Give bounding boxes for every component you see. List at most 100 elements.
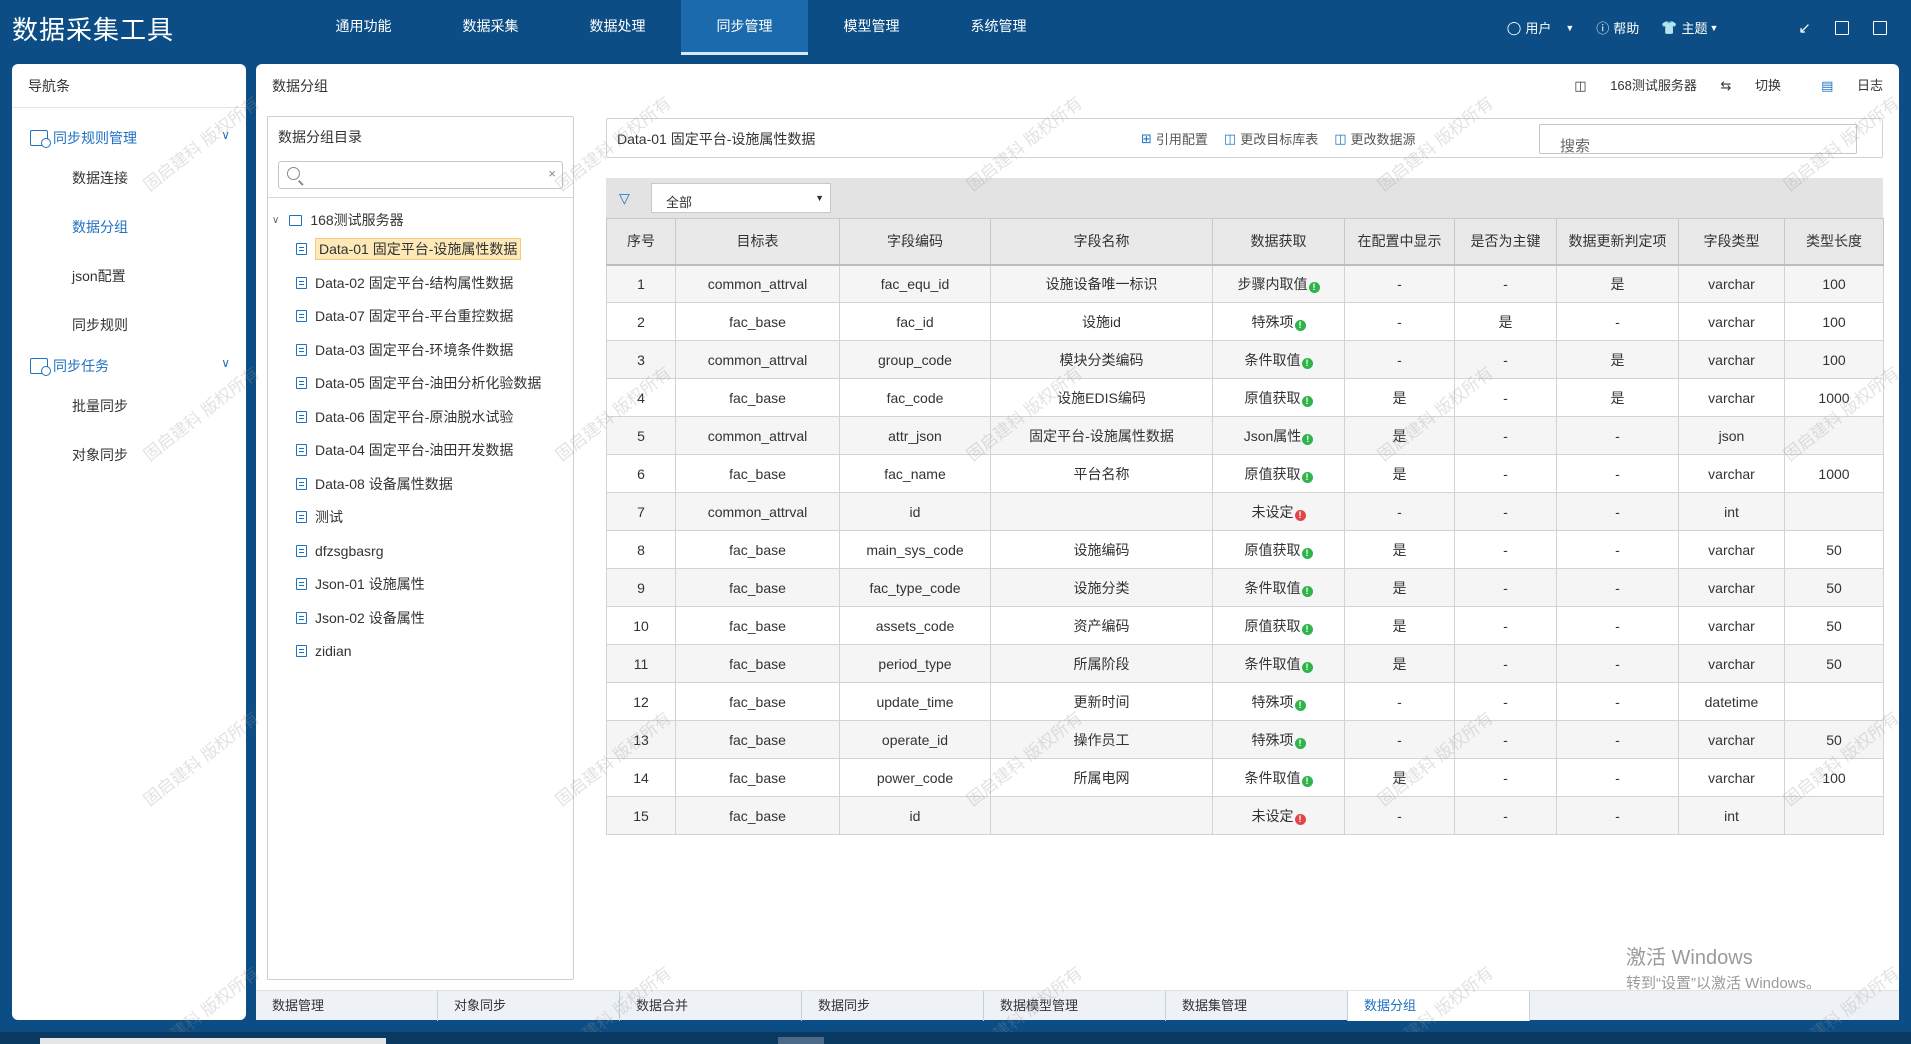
- change-target-table-button[interactable]: ◫ 更改目标库表: [1224, 129, 1318, 148]
- table-row[interactable]: 6 fac_base fac_name 平台名称 原值获取! 是 - - varchar 1000: [606, 454, 1884, 493]
- sidebar-item-connection[interactable]: 数据连接: [12, 154, 246, 203]
- filter-select[interactable]: 全部 ▼: [651, 183, 831, 213]
- table-row[interactable]: 2 fac_base fac_id 设施id 特殊项! - 是 - varchar 100: [606, 302, 1884, 341]
- tab-object-sync[interactable]: 对象同步: [438, 991, 620, 1021]
- tree-node[interactable]: Data-04 固定平台-油田开发数据: [268, 439, 573, 461]
- clear-icon[interactable]: ×: [548, 166, 556, 181]
- user-menu[interactable]: ◯ 用户 ▼: [1507, 18, 1575, 37]
- tree-node[interactable]: Data-07 固定平台-平台重控数据: [268, 305, 573, 327]
- sidebar-item-grouping[interactable]: 数据分组: [12, 203, 246, 252]
- tab-model-management[interactable]: 数据模型管理: [984, 991, 1166, 1021]
- tab-data-grouping[interactable]: 数据分组: [1348, 991, 1530, 1021]
- table-row[interactable]: 9 fac_base fac_type_code 设施分类 条件取值! 是 - - varcha…: [606, 568, 1884, 607]
- status-ok-icon[interactable]: !: [1294, 319, 1306, 331]
- filter-icon[interactable]: ▽: [619, 190, 630, 207]
- sidebar-group-label: 同步规则管理: [53, 130, 137, 146]
- help-button[interactable]: ⓘ 帮助: [1596, 18, 1639, 37]
- status-ok-icon[interactable]: !: [1294, 699, 1306, 711]
- tree-search-input[interactable]: ×: [278, 161, 563, 189]
- sidebar-group-sync-rules[interactable]: 同步规则管理 ∨: [12, 126, 246, 150]
- table-row[interactable]: 12 fac_base update_time 更新时间 特殊项! - - - datetime: [606, 682, 1884, 721]
- tree-node[interactable]: Json-02 设备属性: [268, 607, 573, 629]
- table-row[interactable]: 3 common_attrval group_code 模块分类编码 条件取值! - - 是 v…: [606, 340, 1884, 379]
- status-error-icon[interactable]: !: [1294, 509, 1306, 521]
- field-search-input[interactable]: 搜索: [1539, 124, 1857, 155]
- status-ok-icon[interactable]: !: [1301, 775, 1313, 787]
- column-header[interactable]: 是否为主键: [1454, 218, 1557, 266]
- column-header[interactable]: 字段编码: [839, 218, 991, 266]
- maximize-icon[interactable]: [1835, 20, 1849, 35]
- menu-collect[interactable]: 数据采集: [427, 0, 554, 55]
- column-header[interactable]: 在配置中显示: [1344, 218, 1455, 266]
- menu-sync[interactable]: 同步管理: [681, 0, 808, 55]
- taskbar-item[interactable]: [40, 1038, 386, 1044]
- sidebar-item-json[interactable]: json配置: [12, 252, 246, 301]
- column-header[interactable]: 字段名称: [990, 218, 1213, 266]
- column-header[interactable]: 字段类型: [1678, 218, 1785, 266]
- status-ok-icon[interactable]: !: [1294, 737, 1306, 749]
- status-ok-icon[interactable]: !: [1301, 623, 1313, 635]
- table-row[interactable]: 10 fac_base assets_code 资产编码 原值获取! 是 - - varchar…: [606, 606, 1884, 645]
- tab-dataset-management[interactable]: 数据集管理: [1166, 991, 1348, 1021]
- cell-text: 是: [1610, 275, 1625, 292]
- tab-data-management[interactable]: 数据管理: [256, 991, 438, 1021]
- status-ok-icon[interactable]: !: [1301, 547, 1313, 559]
- table-row[interactable]: 11 fac_base period_type 所属阶段 条件取值! 是 - - varchar…: [606, 644, 1884, 683]
- status-ok-icon[interactable]: !: [1301, 585, 1313, 597]
- table-row[interactable]: 13 fac_base operate_id 操作员工 特殊项! - - - varchar 50: [606, 720, 1884, 759]
- column-header[interactable]: 类型长度: [1784, 218, 1884, 266]
- cell-text: int: [1724, 807, 1739, 824]
- table-row[interactable]: 5 common_attrval attr_json 固定平台-设施属性数据 Json属…: [606, 416, 1884, 455]
- sidebar-group-sync-tasks[interactable]: 同步任务 ∨: [12, 354, 246, 378]
- tree-node[interactable]: Data-02 固定平台-结构属性数据: [268, 272, 573, 294]
- menu-general[interactable]: 通用功能: [300, 0, 427, 55]
- tree-node[interactable]: Data-03 固定平台-环境条件数据: [268, 339, 573, 361]
- table-row[interactable]: 1 common_attrval fac_equ_id 设施设备唯一标识 步骤内取值! -…: [606, 264, 1884, 303]
- table-row[interactable]: 8 fac_base main_sys_code 设施编码 原值获取! 是 - - varcha…: [606, 530, 1884, 569]
- log-button[interactable]: ▤ 日志: [1801, 64, 1883, 108]
- tree-node[interactable]: Data-05 固定平台-油田分析化验数据: [268, 372, 573, 394]
- sidebar-group-label: 同步任务: [53, 358, 109, 374]
- tree-node[interactable]: Json-01 设施属性: [268, 573, 573, 595]
- status-error-icon[interactable]: !: [1294, 813, 1306, 825]
- table-row[interactable]: 14 fac_base power_code 所属电网 条件取值! 是 - - varchar 1…: [606, 758, 1884, 797]
- reference-config-button[interactable]: ⊞ 引用配置: [1141, 129, 1208, 148]
- status-ok-icon[interactable]: !: [1308, 281, 1320, 293]
- tab-data-merge[interactable]: 数据合并: [620, 991, 802, 1021]
- sidebar-item-object-sync[interactable]: 对象同步: [12, 431, 246, 480]
- status-ok-icon[interactable]: !: [1301, 395, 1313, 407]
- external-window-icon[interactable]: [1873, 20, 1887, 35]
- tab-data-sync[interactable]: 数据同步: [802, 991, 984, 1021]
- tree-node[interactable]: Data-01 固定平台-设施属性数据: [268, 238, 573, 260]
- sidebar-item-sync-rule[interactable]: 同步规则: [12, 301, 246, 350]
- status-ok-icon[interactable]: !: [1301, 471, 1313, 483]
- table-row[interactable]: 15 fac_base id 未设定! - - - int: [606, 796, 1884, 835]
- menu-process[interactable]: 数据处理: [554, 0, 681, 55]
- tree-node[interactable]: 测试: [268, 506, 573, 528]
- cell-type: int: [1678, 796, 1785, 835]
- menu-system[interactable]: 系统管理: [935, 0, 1062, 55]
- tree-node[interactable]: zidian: [268, 640, 573, 662]
- status-ok-icon[interactable]: !: [1302, 433, 1314, 445]
- tree-node[interactable]: Data-06 固定平台-原油脱水试验: [268, 406, 573, 428]
- theme-button[interactable]: 👕 主题 ▼: [1661, 18, 1718, 37]
- server-switch[interactable]: ◫ 168测试服务器 ⇆ 切换: [1554, 64, 1781, 108]
- sidebar-item-batch-sync[interactable]: 批量同步: [12, 382, 246, 431]
- column-header[interactable]: 序号: [606, 218, 676, 266]
- menu-model[interactable]: 模型管理: [808, 0, 935, 55]
- table-row[interactable]: 4 fac_base fac_code 设施EDIS编码 原值获取! 是 - 是 varchar…: [606, 378, 1884, 417]
- tree-node[interactable]: dfzsgbasrg: [268, 540, 573, 562]
- taskbar-item[interactable]: [778, 1037, 824, 1044]
- change-datasource-button[interactable]: ◫ 更改数据源: [1334, 129, 1415, 148]
- tree-node[interactable]: Data-08 设备属性数据: [268, 473, 573, 495]
- column-header[interactable]: 数据获取: [1212, 218, 1345, 266]
- tree-root-node[interactable]: ∨ 168测试服务器: [268, 208, 573, 232]
- status-ok-icon[interactable]: !: [1301, 661, 1313, 673]
- theme-label: 主题: [1681, 21, 1708, 36]
- collapse-icon[interactable]: ↙: [1798, 19, 1811, 37]
- status-ok-icon[interactable]: !: [1301, 357, 1313, 369]
- column-header[interactable]: 数据更新判定项: [1556, 218, 1679, 266]
- column-header[interactable]: 目标表: [675, 218, 840, 266]
- cell-pk: -: [1454, 530, 1557, 569]
- table-row[interactable]: 7 common_attrval id 未设定! - - - int: [606, 492, 1884, 531]
